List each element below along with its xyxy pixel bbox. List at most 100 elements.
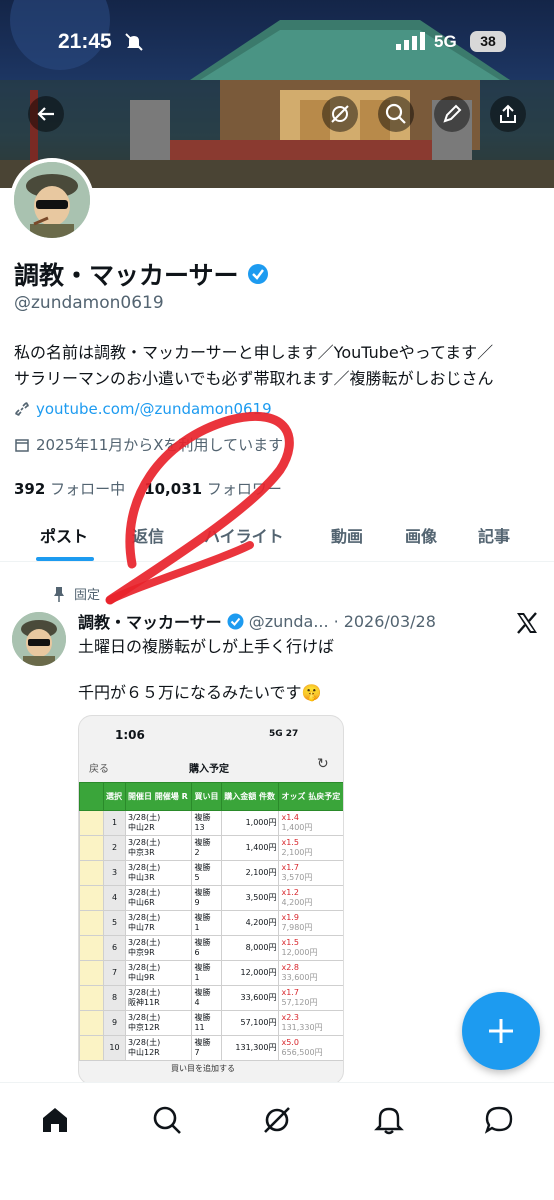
tab-articles[interactable]: 記事	[478, 512, 510, 562]
row-odds: x2.8	[281, 963, 299, 972]
table-header-blank	[79, 782, 104, 811]
active-tab-indicator	[36, 557, 94, 561]
row-venue: 中京3R	[128, 848, 155, 857]
row-select-cell[interactable]	[79, 985, 104, 1011]
table-row[interactable]: 3 3/28(土) 中山3R 複勝 5 2,100円 x1.7 3,570円	[79, 860, 343, 886]
row-bet: 複勝 6	[191, 935, 223, 961]
row-amount: 8,000円	[221, 935, 280, 961]
row-date: 3/28(土)	[128, 863, 161, 872]
row-payout: 656,500円	[281, 1048, 323, 1057]
row-selection: 6	[194, 948, 200, 957]
bio-line-2: サラリーマンのお小遣いでも必ず帯取れます／複勝転がしおじさん	[14, 369, 494, 388]
table-row[interactable]: 2 3/28(土) 中京3R 複勝 2 1,400円 x1.5 2,100円	[79, 835, 343, 861]
nav-grok[interactable]	[260, 1103, 294, 1137]
row-odds-cell: x1.9 7,980円	[278, 910, 343, 936]
x-logo-icon	[514, 610, 540, 640]
post-author[interactable]: 調教・マッカーサー	[78, 609, 222, 633]
row-odds-cell: x2.8 33,600円	[278, 960, 343, 986]
pinned-text: 固定	[74, 588, 101, 603]
following-label: フォロー中	[50, 480, 126, 498]
table-row[interactable]: 8 3/28(土) 阪神11R 複勝 4 33,600円 x1.7 57,120円	[79, 985, 343, 1011]
nav-search[interactable]	[150, 1103, 184, 1137]
row-amount: 1,000円	[221, 810, 280, 836]
row-amount: 57,100円	[221, 1010, 280, 1036]
row-amount: 2,100円	[221, 860, 280, 886]
nav-notifications[interactable]	[372, 1103, 406, 1137]
profile-link-text[interactable]: youtube.com/@zundamon0619	[36, 400, 272, 418]
post-header: 調教・マッカーサー @zunda... · 2026/03/28	[78, 609, 436, 633]
row-selection: 9	[194, 898, 200, 907]
row-bet-type: 複勝	[194, 888, 211, 897]
table-row[interactable]: 4 3/28(土) 中山6R 複勝 9 3,500円 x1.2 4,200円	[79, 885, 343, 911]
plus-icon	[489, 1019, 513, 1043]
grok-button[interactable]	[322, 96, 358, 132]
row-race: 3/28(土) 中山2R	[124, 810, 193, 836]
table-row[interactable]: 5 3/28(土) 中山7R 複勝 1 4,200円 x1.9 7,980円	[79, 910, 343, 936]
row-date: 3/28(土)	[128, 938, 161, 947]
status-bar: 21:45 5G 38	[0, 0, 554, 84]
row-payout: 57,120円	[281, 998, 318, 1007]
row-select-cell[interactable]	[79, 835, 104, 861]
row-select-cell[interactable]	[79, 1035, 104, 1061]
row-odds-cell: x1.2 4,200円	[278, 885, 343, 911]
row-selection: 11	[194, 1023, 205, 1032]
compose-button[interactable]	[462, 992, 540, 1070]
row-selection: 2	[194, 848, 200, 857]
row-amount: 12,000円	[221, 960, 280, 986]
row-venue: 中山3R	[128, 873, 155, 882]
profile-avatar[interactable]	[10, 158, 94, 242]
row-odds-cell: x2.3 131,330円	[278, 1010, 343, 1036]
status-time: 21:45	[58, 30, 112, 53]
table-row[interactable]: 9 3/28(土) 中京12R 複勝 11 57,100円 x2.3 131,330円	[79, 1010, 343, 1036]
row-select-cell[interactable]	[79, 810, 104, 836]
following-link[interactable]: 392 フォロー中	[14, 480, 125, 498]
edit-button[interactable]	[434, 96, 470, 132]
row-selection: 1	[194, 923, 200, 932]
row-selection: 1	[194, 973, 200, 982]
row-select-cell[interactable]	[79, 860, 104, 886]
tab-posts[interactable]: ポスト	[40, 512, 88, 562]
row-select-cell[interactable]	[79, 935, 104, 961]
row-amount: 33,600円	[221, 985, 280, 1011]
signal-icon	[396, 32, 426, 54]
table-row[interactable]: 6 3/28(土) 中京9R 複勝 6 8,000円 x1.5 12,000円	[79, 935, 343, 961]
row-odds: x1.5	[281, 838, 299, 847]
row-bet-type: 複勝	[194, 988, 211, 997]
back-button[interactable]	[28, 96, 64, 132]
nav-home[interactable]	[38, 1103, 72, 1137]
row-bet-type: 複勝	[194, 1038, 211, 1047]
row-race: 3/28(土) 中山12R	[124, 1035, 193, 1061]
row-amount: 1,400円	[221, 835, 280, 861]
tab-images[interactable]: 画像	[405, 512, 437, 562]
row-select-cell[interactable]	[79, 885, 104, 911]
row-date: 3/28(土)	[128, 888, 161, 897]
search-button[interactable]	[378, 96, 414, 132]
row-number: 1	[103, 810, 126, 836]
nav-messages[interactable]	[482, 1103, 516, 1137]
row-select-cell[interactable]	[79, 960, 104, 986]
post-handle: @zunda...	[248, 611, 329, 631]
post-avatar[interactable]	[12, 612, 66, 666]
table-row[interactable]: 7 3/28(土) 中山9R 複勝 1 12,000円 x2.8 33,600円	[79, 960, 343, 986]
row-bet-type: 複勝	[194, 838, 211, 847]
row-number: 4	[103, 885, 126, 911]
row-select-cell[interactable]	[79, 910, 104, 936]
tab-videos[interactable]: 動画	[331, 512, 363, 562]
row-selection: 7	[194, 1048, 200, 1057]
row-race: 3/28(土) 中山6R	[124, 885, 193, 911]
row-venue: 阪神11R	[128, 998, 160, 1007]
row-select-cell[interactable]	[79, 1010, 104, 1036]
pencil-icon	[443, 104, 462, 123]
followers-link[interactable]: 10,031 フォロワー	[144, 480, 282, 498]
grok-icon	[264, 1107, 290, 1133]
row-payout: 33,600円	[281, 973, 318, 982]
table-row[interactable]: 10 3/28(土) 中山12R 複勝 7 131,300円 x5.0 656,500円	[79, 1035, 343, 1061]
table-row[interactable]: 1 3/28(土) 中山2R 複勝 13 1,000円 x1.4 1,400円	[79, 810, 343, 836]
share-button[interactable]	[490, 96, 526, 132]
post-image[interactable]: 1:06 5G 27 戻る 購入予定 ↻ 選択 開催日 開催場 R 買い目 購入…	[78, 715, 344, 1085]
tab-replies[interactable]: 返信	[132, 512, 164, 562]
post-date: 2026/03/28	[343, 611, 436, 631]
profile-link[interactable]: youtube.com/@zundamon0619	[14, 400, 272, 418]
row-bet: 複勝 1	[191, 910, 223, 936]
tab-highlights[interactable]: ハイライト	[204, 512, 284, 562]
